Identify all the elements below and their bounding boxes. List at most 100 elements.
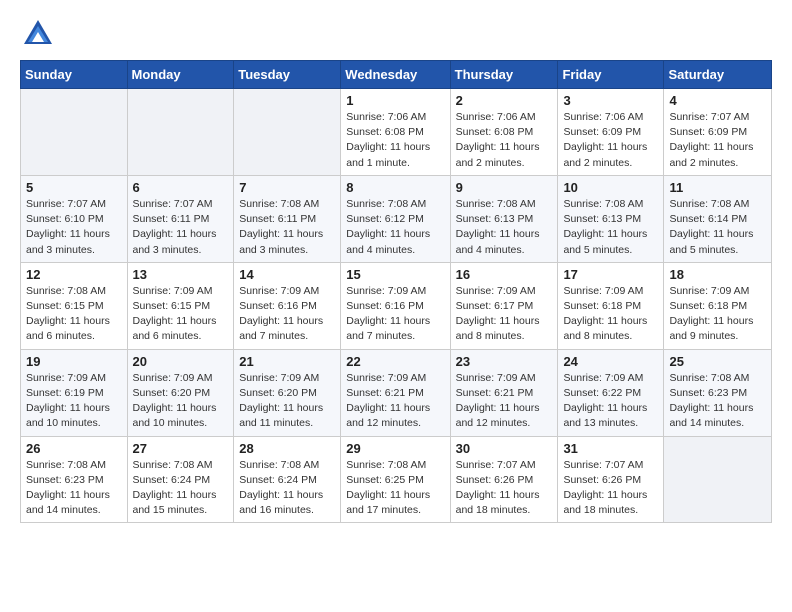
calendar-cell: 7 Sunrise: 7:08 AM Sunset: 6:11 PM Daylig… [234,175,341,262]
calendar-cell: 8Sunrise: 7:08 AM Sunset: 6:12 PM Daylig… [341,175,450,262]
day-number: 19 [26,354,122,369]
calendar-cell: 30 Sunrise: 7:07 AM Sunset: 6:26 PM Dayli… [450,436,558,523]
day-number: 1 [346,93,444,108]
calendar-table: SundayMondayTuesdayWednesdayThursdayFrid… [20,60,772,523]
day-info: Sunrise: 7:09 AM Sunset: 6:20 PM Dayligh… [133,371,229,432]
day-info: Sunrise: 7:09 AM Sunset: 6:16 PM Dayligh… [239,284,335,345]
calendar-cell: 3 Sunrise: 7:06 AM Sunset: 6:09 PM Daylig… [558,89,664,176]
day-info: Sunrise: 7:08 AM Sunset: 6:13 PM Dayligh… [456,197,553,258]
day-number: 3 [563,93,658,108]
day-info: Sunrise: 7:09 AM Sunset: 6:21 PM Dayligh… [456,371,553,432]
calendar-week-row: 26 Sunrise: 7:08 AM Sunset: 6:23 PM Dayli… [21,436,772,523]
day-info: Sunrise: 7:08 AM Sunset: 6:11 PM Dayligh… [239,197,335,258]
weekday-header-tuesday: Tuesday [234,61,341,89]
day-info: Sunrise: 7:09 AM Sunset: 6:18 PM Dayligh… [563,284,658,345]
day-number: 20 [133,354,229,369]
calendar-cell: 28Sunrise: 7:08 AM Sunset: 6:24 PM Dayli… [234,436,341,523]
calendar-cell: 10 Sunrise: 7:08 AM Sunset: 6:13 PM Dayli… [558,175,664,262]
weekday-header-thursday: Thursday [450,61,558,89]
day-number: 17 [563,267,658,282]
day-info: Sunrise: 7:08 AM Sunset: 6:14 PM Dayligh… [669,197,766,258]
calendar-cell: 14 Sunrise: 7:09 AM Sunset: 6:16 PM Dayli… [234,262,341,349]
day-number: 10 [563,180,658,195]
day-info: Sunrise: 7:08 AM Sunset: 6:24 PM Dayligh… [239,458,335,519]
calendar-cell: 5 Sunrise: 7:07 AM Sunset: 6:10 PM Daylig… [21,175,128,262]
weekday-header-saturday: Saturday [664,61,772,89]
page: SundayMondayTuesdayWednesdayThursdayFrid… [0,0,792,539]
day-number: 18 [669,267,766,282]
calendar-cell: 20 Sunrise: 7:09 AM Sunset: 6:20 PM Dayli… [127,349,234,436]
calendar-cell: 9Sunrise: 7:08 AM Sunset: 6:13 PM Daylig… [450,175,558,262]
day-info: Sunrise: 7:08 AM Sunset: 6:13 PM Dayligh… [563,197,658,258]
day-info: Sunrise: 7:09 AM Sunset: 6:16 PM Dayligh… [346,284,444,345]
calendar-cell: 21 Sunrise: 7:09 AM Sunset: 6:20 PM Dayli… [234,349,341,436]
day-info: Sunrise: 7:09 AM Sunset: 6:17 PM Dayligh… [456,284,553,345]
day-number: 21 [239,354,335,369]
calendar-cell: 19 Sunrise: 7:09 AM Sunset: 6:19 PM Dayli… [21,349,128,436]
logo [20,16,60,52]
day-number: 12 [26,267,122,282]
day-info: Sunrise: 7:09 AM Sunset: 6:18 PM Dayligh… [669,284,766,345]
calendar-cell: 4Sunrise: 7:07 AM Sunset: 6:09 PM Daylig… [664,89,772,176]
day-number: 25 [669,354,766,369]
day-info: Sunrise: 7:08 AM Sunset: 6:25 PM Dayligh… [346,458,444,519]
day-number: 27 [133,441,229,456]
day-number: 2 [456,93,553,108]
day-number: 22 [346,354,444,369]
weekday-header-row: SundayMondayTuesdayWednesdayThursdayFrid… [21,61,772,89]
day-number: 26 [26,441,122,456]
calendar-cell: 2 Sunrise: 7:06 AM Sunset: 6:08 PM Daylig… [450,89,558,176]
day-number: 6 [133,180,229,195]
day-number: 29 [346,441,444,456]
day-info: Sunrise: 7:08 AM Sunset: 6:23 PM Dayligh… [26,458,122,519]
calendar-cell [234,89,341,176]
day-info: Sunrise: 7:07 AM Sunset: 6:10 PM Dayligh… [26,197,122,258]
calendar-week-row: 5 Sunrise: 7:07 AM Sunset: 6:10 PM Daylig… [21,175,772,262]
day-info: Sunrise: 7:09 AM Sunset: 6:19 PM Dayligh… [26,371,122,432]
calendar-cell: 31 Sunrise: 7:07 AM Sunset: 6:26 PM Dayli… [558,436,664,523]
header [20,16,772,52]
calendar-cell: 15 Sunrise: 7:09 AM Sunset: 6:16 PM Dayli… [341,262,450,349]
calendar-cell: 26 Sunrise: 7:08 AM Sunset: 6:23 PM Dayli… [21,436,128,523]
calendar-cell: 23 Sunrise: 7:09 AM Sunset: 6:21 PM Dayli… [450,349,558,436]
weekday-header-sunday: Sunday [21,61,128,89]
calendar-cell: 25 Sunrise: 7:08 AM Sunset: 6:23 PM Dayli… [664,349,772,436]
day-number: 24 [563,354,658,369]
day-number: 11 [669,180,766,195]
day-info: Sunrise: 7:09 AM Sunset: 6:20 PM Dayligh… [239,371,335,432]
calendar-cell: 18 Sunrise: 7:09 AM Sunset: 6:18 PM Dayli… [664,262,772,349]
calendar-cell: 13Sunrise: 7:09 AM Sunset: 6:15 PM Dayli… [127,262,234,349]
weekday-header-friday: Friday [558,61,664,89]
day-info: Sunrise: 7:07 AM Sunset: 6:26 PM Dayligh… [456,458,553,519]
day-number: 16 [456,267,553,282]
day-info: Sunrise: 7:08 AM Sunset: 6:15 PM Dayligh… [26,284,122,345]
calendar-cell [127,89,234,176]
day-number: 7 [239,180,335,195]
calendar-cell: 12 Sunrise: 7:08 AM Sunset: 6:15 PM Dayli… [21,262,128,349]
calendar-cell [21,89,128,176]
calendar-cell: 24 Sunrise: 7:09 AM Sunset: 6:22 PM Dayli… [558,349,664,436]
calendar-cell [664,436,772,523]
day-number: 31 [563,441,658,456]
day-number: 13 [133,267,229,282]
day-info: Sunrise: 7:06 AM Sunset: 6:09 PM Dayligh… [563,110,658,171]
calendar-cell: 1 Sunrise: 7:06 AM Sunset: 6:08 PM Daylig… [341,89,450,176]
day-number: 14 [239,267,335,282]
day-info: Sunrise: 7:08 AM Sunset: 6:23 PM Dayligh… [669,371,766,432]
day-info: Sunrise: 7:07 AM Sunset: 6:26 PM Dayligh… [563,458,658,519]
day-info: Sunrise: 7:06 AM Sunset: 6:08 PM Dayligh… [346,110,444,171]
day-number: 15 [346,267,444,282]
day-info: Sunrise: 7:09 AM Sunset: 6:22 PM Dayligh… [563,371,658,432]
day-number: 4 [669,93,766,108]
day-number: 23 [456,354,553,369]
day-info: Sunrise: 7:09 AM Sunset: 6:21 PM Dayligh… [346,371,444,432]
calendar-cell: 6Sunrise: 7:07 AM Sunset: 6:11 PM Daylig… [127,175,234,262]
calendar-cell: 16 Sunrise: 7:09 AM Sunset: 6:17 PM Dayli… [450,262,558,349]
day-number: 30 [456,441,553,456]
weekday-header-monday: Monday [127,61,234,89]
calendar-cell: 11 Sunrise: 7:08 AM Sunset: 6:14 PM Dayli… [664,175,772,262]
day-info: Sunrise: 7:06 AM Sunset: 6:08 PM Dayligh… [456,110,553,171]
calendar-cell: 17 Sunrise: 7:09 AM Sunset: 6:18 PM Dayli… [558,262,664,349]
calendar-cell: 22 Sunrise: 7:09 AM Sunset: 6:21 PM Dayli… [341,349,450,436]
day-number: 5 [26,180,122,195]
